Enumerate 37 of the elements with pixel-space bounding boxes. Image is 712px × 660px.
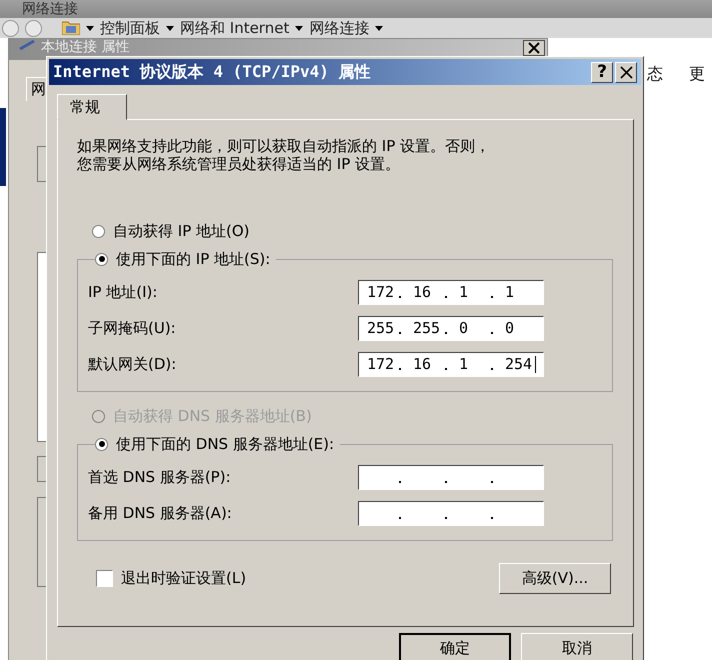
advanced-button[interactable]: 高级(V)... xyxy=(499,563,611,594)
help-button[interactable]: ? xyxy=(591,62,613,82)
ip-address-field[interactable] xyxy=(358,500,544,526)
caret-icon[interactable] xyxy=(375,26,384,30)
radio-option[interactable]: 使用下面的 IP 地址(S): xyxy=(95,248,270,270)
breadcrumb-item[interactable]: 网络连接 xyxy=(309,19,370,37)
field-label: 默认网关(D): xyxy=(88,354,178,374)
ip-address-field[interactable]: 172 16 1 254 xyxy=(358,352,544,376)
tab[interactable]: 常规 xyxy=(57,94,127,120)
ip-address-field[interactable]: 172 16 1 1 xyxy=(358,280,544,304)
folder-icon xyxy=(62,21,80,35)
close-icon xyxy=(620,66,632,78)
checkbox-label: 退出时验证设置(L) xyxy=(121,569,246,588)
close-button[interactable] xyxy=(523,40,545,56)
close-icon xyxy=(528,42,540,54)
window-title: 网络连接 xyxy=(0,0,712,18)
ip-address-field[interactable] xyxy=(358,464,544,490)
toolbar-item[interactable]: 更 xyxy=(689,64,705,88)
caret-icon[interactable] xyxy=(166,26,174,30)
breadcrumb-item[interactable]: 网络和 Internet xyxy=(180,19,290,37)
radio-option[interactable]: 使用下面的 DNS 服务器地址(E): xyxy=(95,433,334,455)
window-title: 本地连接 属性 xyxy=(41,40,130,55)
field-label: 子网掩码(U): xyxy=(88,318,177,338)
radio-option[interactable]: 自动获得 IP 地址(O) xyxy=(77,220,613,242)
network-icon xyxy=(19,40,35,50)
ip-address-field[interactable]: 255 255 0 0 xyxy=(358,316,544,340)
field-label: IP 地址(I): xyxy=(88,282,158,302)
breadcrumb-item[interactable]: 控制面板 xyxy=(100,19,160,37)
intro-text: 如果网络支持此功能，则可以获取自动指派的 IP 设置。否则，您需要从网络系统管理员处获得适当的 IP 设置。 xyxy=(77,137,492,173)
caret-icon[interactable] xyxy=(86,26,94,30)
cancel-button[interactable]: 取消 xyxy=(521,633,633,660)
field-label: 备用 DNS 服务器(A): xyxy=(88,504,233,522)
toolbar-item[interactable]: 态 xyxy=(647,64,663,88)
caret-icon[interactable] xyxy=(295,26,304,30)
field-label: 首选 DNS 服务器(P): xyxy=(88,468,232,486)
ok-button[interactable]: 确定 xyxy=(399,633,511,660)
checkbox[interactable] xyxy=(96,570,113,587)
